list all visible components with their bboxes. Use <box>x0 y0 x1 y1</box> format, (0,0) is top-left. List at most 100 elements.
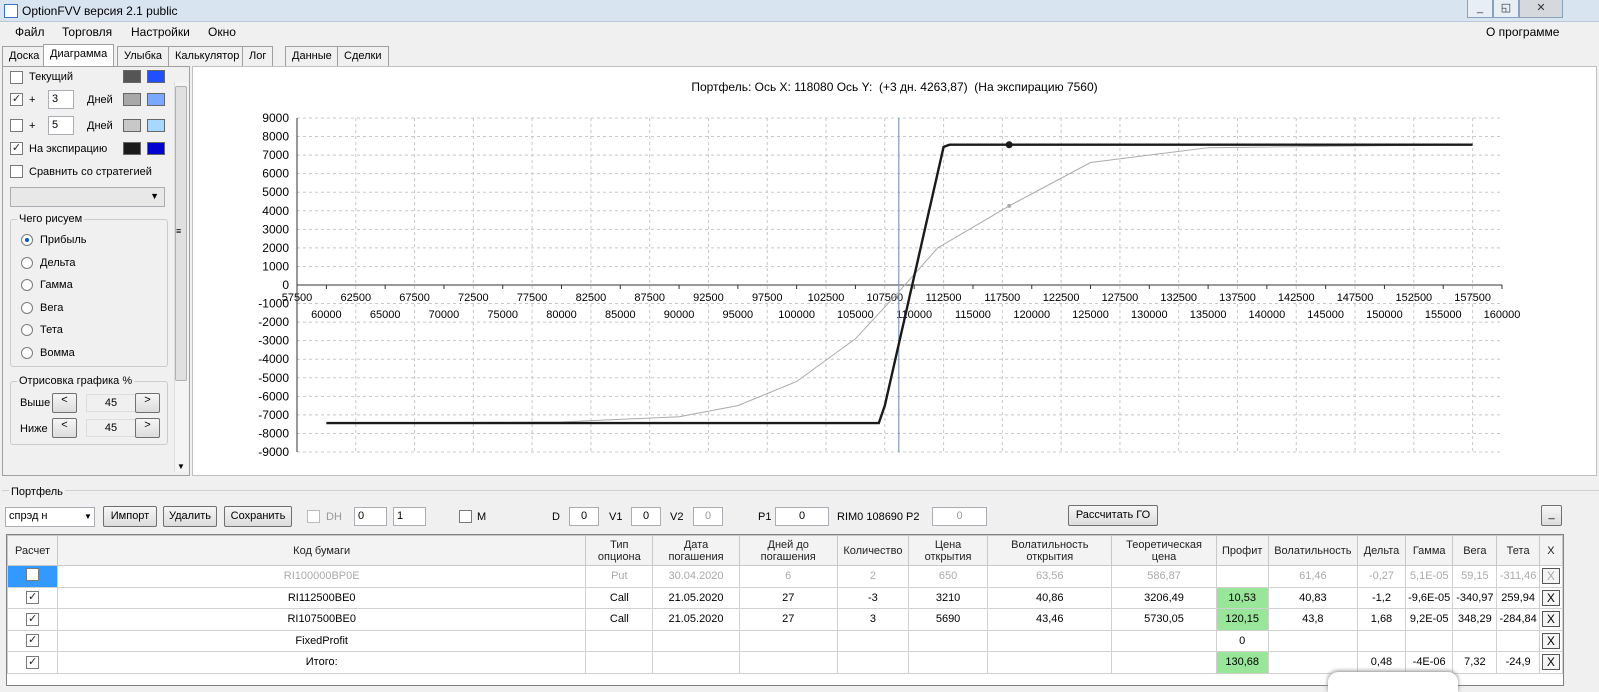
maximize-button[interactable]: ◱ <box>1493 0 1519 18</box>
calc-checkbox-cell[interactable] <box>6 565 59 588</box>
days2-checkbox[interactable] <box>10 119 23 132</box>
table-cell: -3 <box>836 586 909 609</box>
menu-about[interactable]: О программе <box>1486 25 1559 39</box>
column-header[interactable]: Тип опциона <box>585 535 654 566</box>
remove-row-cell[interactable]: X <box>1538 608 1564 631</box>
remove-row-button[interactable]: X <box>1541 589 1560 606</box>
expiry-color-swatch[interactable] <box>123 142 141 155</box>
tab-calculator[interactable]: Калькулятор <box>168 46 247 66</box>
minimize-button[interactable]: _ <box>1467 0 1493 18</box>
remove-row-button[interactable]: X <box>1541 632 1560 649</box>
table-row[interactable]: ✓ FixedProfit 0 X <box>6 629 1564 652</box>
tab-deals[interactable]: Сделки <box>337 46 389 66</box>
days2-color-swatch[interactable] <box>123 119 141 132</box>
days1-color-swatch[interactable] <box>123 93 141 106</box>
close-button[interactable]: ✕ <box>1519 0 1563 18</box>
compare-checkbox[interactable] <box>10 165 23 178</box>
calc-checkbox-cell[interactable]: ✓ <box>6 629 59 652</box>
column-header[interactable]: Расчет <box>6 535 59 566</box>
table-row[interactable]: RI100000BP0E Put 30.04.2020 6 2 650 63,56 586,8… <box>6 565 1564 588</box>
menu-settings[interactable]: Настройки <box>131 25 190 39</box>
menu-trading[interactable]: Торговля <box>62 25 112 39</box>
draw-radio-2[interactable] <box>21 279 33 291</box>
column-header[interactable]: Количество <box>836 535 909 566</box>
calc-checkbox[interactable]: ✓ <box>26 612 40 626</box>
tab-smile[interactable]: Улыбка <box>117 46 170 66</box>
below-decrease-button[interactable]: < <box>52 418 77 438</box>
days1-checkbox[interactable]: ✓ <box>10 93 23 106</box>
x-tick-label-lower: 145000 <box>1307 309 1344 321</box>
m-checkbox[interactable] <box>459 510 472 523</box>
calc-go-button[interactable]: Рассчитать ГО <box>1068 505 1158 526</box>
dh1-spinner[interactable]: 0 <box>354 507 387 526</box>
draw-radio-4[interactable] <box>21 324 33 336</box>
y-tick-label: -4000 <box>258 352 289 366</box>
draw-radio-5[interactable] <box>21 346 33 359</box>
remove-row-button[interactable]: X <box>1541 611 1560 628</box>
current-color2-swatch[interactable] <box>147 70 165 83</box>
plus-label-1: + <box>29 94 36 106</box>
profit-chart[interactable]: 9000800070006000500040003000200010000-10… <box>192 66 1597 476</box>
column-header[interactable]: Волатильность открытия <box>987 535 1113 566</box>
column-header[interactable]: X <box>1538 535 1564 566</box>
save-button[interactable]: Сохранить <box>224 506 292 527</box>
table-cell: 5690 <box>907 608 989 631</box>
scroll-down-icon[interactable]: ▼ <box>177 462 185 471</box>
strategy-select[interactable]: ▼ <box>10 187 165 207</box>
tab-diagram[interactable]: Диаграмма <box>43 44 115 67</box>
dh2-spinner[interactable]: 1 <box>393 507 426 526</box>
dh-checkbox[interactable] <box>307 510 320 523</box>
column-header[interactable]: Код бумаги <box>57 535 587 566</box>
current-color-swatch[interactable] <box>123 70 141 83</box>
draw-radio-0[interactable] <box>21 234 33 246</box>
remove-row-cell[interactable]: X <box>1538 586 1564 609</box>
days2-color2-swatch[interactable] <box>147 119 165 132</box>
calc-checkbox[interactable]: ✓ <box>26 591 40 605</box>
delete-button[interactable]: Удалить <box>163 506 217 527</box>
column-header[interactable]: Теоретическая цена <box>1111 535 1217 566</box>
column-header[interactable]: Дней до погашения <box>738 535 838 566</box>
remove-row-button[interactable]: X <box>1541 654 1560 671</box>
calc-checkbox[interactable]: ✓ <box>26 655 40 669</box>
column-header[interactable]: Волатильность <box>1267 535 1358 566</box>
below-increase-button[interactable]: > <box>135 418 160 438</box>
days2-input[interactable]: 5 <box>48 116 74 135</box>
calc-checkbox-cell[interactable]: ✓ <box>6 651 59 674</box>
column-header[interactable]: Дельта <box>1356 535 1407 566</box>
calc-checkbox-cell[interactable]: ✓ <box>6 586 59 609</box>
import-button[interactable]: Импорт <box>103 506 157 527</box>
menu-window[interactable]: Окно <box>208 25 236 39</box>
table-row[interactable]: ✓ Итого: 130,68 0,48 -4E-06 7,32 -24,9 X <box>6 651 1564 674</box>
above-increase-button[interactable]: > <box>135 393 160 413</box>
portfolio-select[interactable]: спрэд н <box>5 507 95 527</box>
menu-file[interactable]: Файл <box>15 25 45 39</box>
column-header[interactable]: Цена открытия <box>907 535 989 566</box>
y-tick-label: 4000 <box>262 204 289 218</box>
expiry-checkbox[interactable]: ✓ <box>10 142 23 155</box>
current-checkbox[interactable] <box>10 71 23 84</box>
table-row[interactable]: ✓ RI107500BE0 Call 21.05.2020 27 3 5690 43,46 57… <box>6 608 1564 631</box>
column-header[interactable]: Дата погашения <box>652 535 740 566</box>
draw-radio-3[interactable] <box>21 301 33 314</box>
draw-radio-1[interactable] <box>21 256 33 269</box>
column-header[interactable]: Профит <box>1215 535 1269 566</box>
column-header[interactable]: Вега <box>1452 535 1498 566</box>
tab-board[interactable]: Доска <box>2 46 47 66</box>
calc-checkbox[interactable] <box>26 568 40 582</box>
above-decrease-button[interactable]: < <box>52 393 77 413</box>
remove-row-cell[interactable]: X <box>1538 565 1564 588</box>
table-row[interactable]: ✓ RI112500BE0 Call 21.05.2020 27 -3 3210 40,86 3… <box>6 586 1564 609</box>
days1-input[interactable]: 3 <box>48 90 74 109</box>
column-header[interactable]: Гамма <box>1405 535 1454 566</box>
tab-log[interactable]: Лог <box>242 46 274 66</box>
collapse-button[interactable]: _ <box>1541 505 1562 526</box>
remove-row-cell[interactable]: X <box>1538 651 1564 674</box>
expiry-color2-swatch[interactable] <box>147 142 165 155</box>
days1-color2-swatch[interactable] <box>147 93 165 106</box>
tab-data[interactable]: Данные <box>285 46 339 66</box>
calc-checkbox-cell[interactable]: ✓ <box>6 608 59 631</box>
remove-row-cell[interactable]: X <box>1538 629 1564 652</box>
remove-row-button[interactable]: X <box>1541 568 1560 585</box>
calc-checkbox[interactable]: ✓ <box>26 634 40 648</box>
column-header[interactable]: Тета <box>1496 535 1540 566</box>
